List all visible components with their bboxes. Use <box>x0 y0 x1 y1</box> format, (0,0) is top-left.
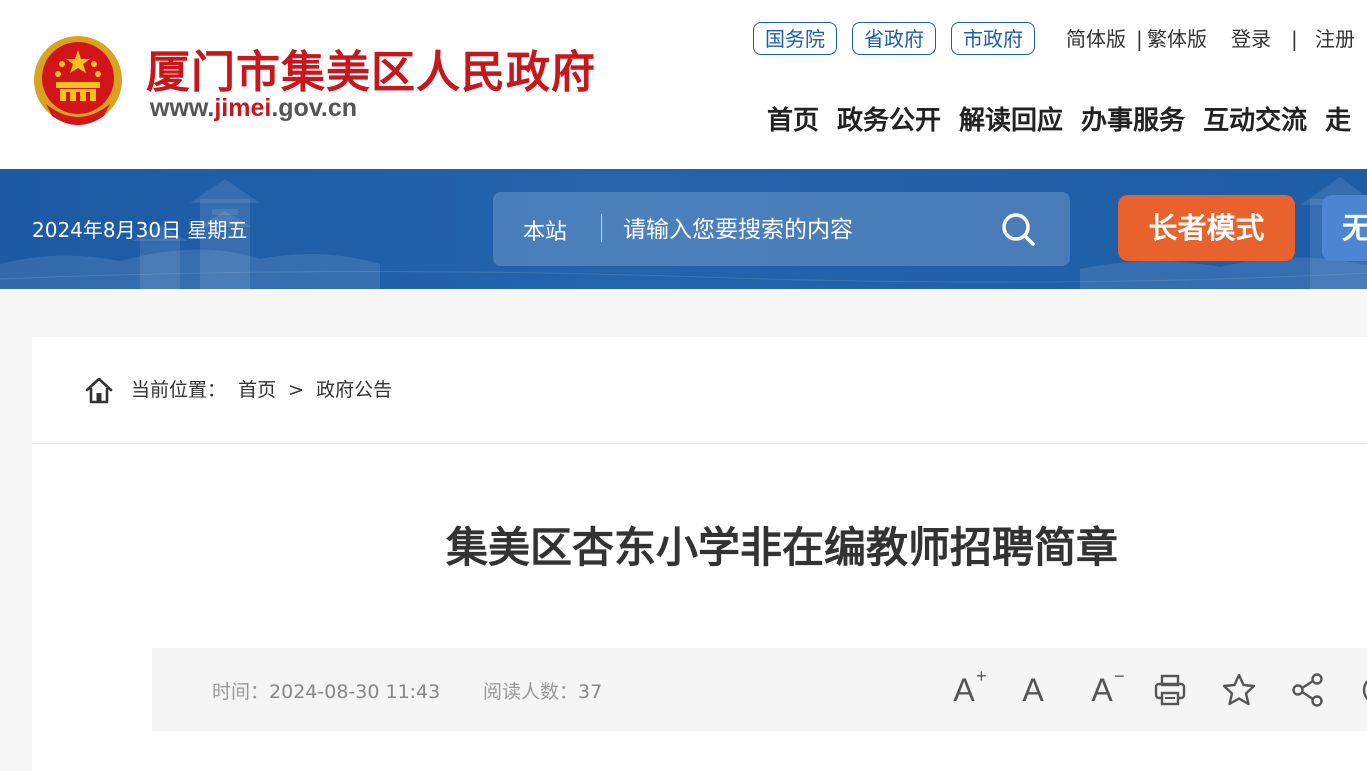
read-count-value: 37 <box>578 681 603 703</box>
font-larger-icon: A + <box>953 665 987 708</box>
font-normal-button[interactable]: A <box>1013 670 1053 710</box>
national-emblem-icon[interactable] <box>32 34 124 128</box>
home-icon[interactable] <box>84 375 114 405</box>
site-header: 厦门市集美区人民政府 www.jimei.gov.cn 国务院 省政府 市政府 … <box>0 0 1367 169</box>
nav-item-interpretation[interactable]: 解读回应 <box>959 100 1063 137</box>
font-smaller-icon: A − <box>1091 665 1125 708</box>
elder-mode-button[interactable]: 长者模式 <box>1118 195 1295 261</box>
traditional-chinese-link[interactable]: 繁体版 <box>1147 24 1207 54</box>
print-icon[interactable] <box>1150 670 1190 710</box>
lang-separator: | <box>1136 27 1143 51</box>
site-url-prefix: www. <box>150 94 215 122</box>
search-icon[interactable] <box>999 210 1039 250</box>
site-url-suffix: .gov.cn <box>271 94 358 122</box>
site-title[interactable]: 厦门市集美区人民政府 <box>146 36 596 100</box>
nav-item-more[interactable]: 走 <box>1325 100 1351 137</box>
accessibility-button[interactable]: 无 <box>1322 195 1367 261</box>
more-icon[interactable] <box>1357 670 1367 710</box>
breadcrumb-label: 当前位置： <box>131 379 227 401</box>
site-url-highlight: jimei <box>214 94 272 122</box>
article-meta-bar: 时间：2024-08-30 11:43 阅读人数：37 A + A A − <box>152 648 1367 731</box>
publish-time: 时间：2024-08-30 11:43 <box>212 677 440 704</box>
nav-item-services[interactable]: 办事服务 <box>1081 100 1185 137</box>
state-council-link[interactable]: 国务院 <box>753 22 837 55</box>
breadcrumb-home-link[interactable]: 首页 <box>238 379 276 401</box>
city-gov-link[interactable]: 市政府 <box>951 22 1035 55</box>
register-link[interactable]: 注册 <box>1315 24 1355 54</box>
publish-time-label: 时间： <box>212 681 270 703</box>
search-banner: 2024年8月30日 星期五 本站 长者模式 无 <box>0 169 1367 289</box>
search-box: 本站 <box>493 192 1070 266</box>
nav-item-interaction[interactable]: 互动交流 <box>1203 100 1307 137</box>
font-normal-icon: A <box>1022 671 1044 708</box>
font-smaller-button[interactable]: A − <box>1082 665 1125 710</box>
breadcrumb-current[interactable]: 政府公告 <box>316 379 392 401</box>
nav-item-gov-affairs[interactable]: 政务公开 <box>837 100 941 137</box>
breadcrumb-separator: > <box>288 379 305 401</box>
login-link[interactable]: 登录 <box>1231 24 1271 54</box>
province-gov-link[interactable]: 省政府 <box>852 22 936 55</box>
share-icon[interactable] <box>1288 670 1328 710</box>
current-date: 2024年8月30日 星期五 <box>32 218 248 242</box>
article-title: 集美区杏东小学非在编教师招聘简章 <box>445 523 1118 572</box>
search-scope-select[interactable]: 本站 <box>523 214 567 246</box>
publish-time-value: 2024-08-30 11:43 <box>269 681 441 703</box>
nav-item-home[interactable]: 首页 <box>767 100 819 137</box>
simplified-chinese-link[interactable]: 简体版 <box>1066 24 1126 54</box>
read-count: 阅读人数：37 <box>483 677 602 704</box>
article-panel: 当前位置： 首页 > 政府公告 集美区杏东小学非在编教师招聘简章 时间：2024… <box>32 337 1367 771</box>
divider <box>32 443 1367 444</box>
font-larger-button[interactable]: A + <box>944 665 987 710</box>
star-icon[interactable] <box>1219 670 1259 710</box>
site-url[interactable]: www.jimei.gov.cn <box>150 94 357 123</box>
search-input[interactable] <box>621 210 985 250</box>
auth-separator: | <box>1291 27 1298 51</box>
search-divider <box>601 214 602 242</box>
main-nav: 首页 政务公开 解读回应 办事服务 互动交流走 <box>767 100 1367 137</box>
read-count-label: 阅读人数： <box>483 681 579 703</box>
